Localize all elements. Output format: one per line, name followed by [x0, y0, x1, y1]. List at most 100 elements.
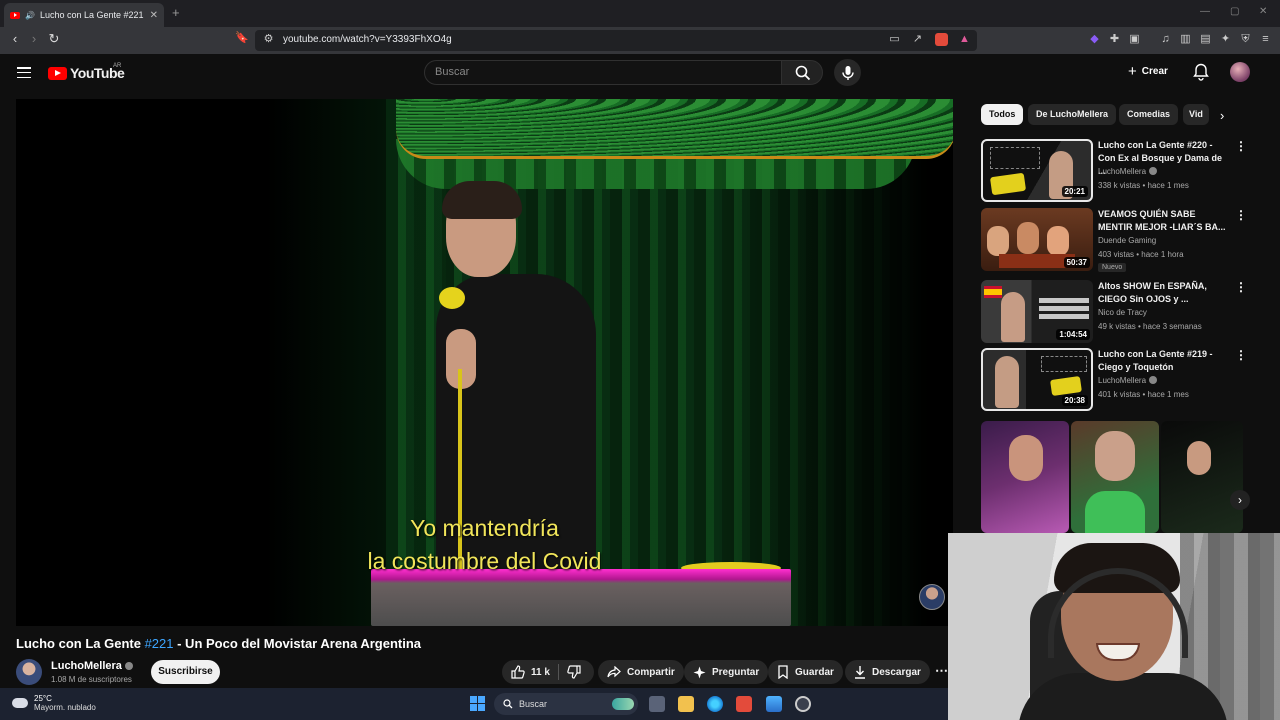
close-tab-icon[interactable]: ✕ — [150, 10, 158, 21]
leo-ai-icon[interactable]: ✦ — [1219, 33, 1232, 46]
chips-next-chevron-icon[interactable]: › — [1220, 108, 1224, 123]
url-text[interactable]: youtube.com/watch?v=Y3393FhXO4g — [283, 34, 452, 45]
video-thumbnail[interactable]: 50:37 — [981, 208, 1093, 271]
media-icon[interactable]: ♫ — [1159, 33, 1172, 46]
short-thumbnail[interactable] — [1071, 421, 1159, 533]
like-icon[interactable] — [511, 665, 525, 679]
task-view-icon[interactable] — [649, 696, 665, 712]
window-close-icon[interactable]: ✕ — [1259, 6, 1267, 17]
maximize-icon[interactable]: ▢ — [1230, 6, 1239, 17]
back-icon[interactable]: ‹ — [6, 31, 24, 46]
file-explorer-icon[interactable] — [678, 696, 694, 712]
more-options-icon[interactable]: ⋮ — [1235, 348, 1247, 362]
more-options-icon[interactable]: ⋮ — [1235, 208, 1247, 222]
download-button[interactable]: Descargar — [845, 660, 930, 684]
recommendation-meta: 49 k vistas • hace 3 semanas — [1098, 322, 1202, 331]
chip-de-luchomellera[interactable]: De LuchoMellera — [1028, 104, 1117, 125]
share-icon — [607, 666, 621, 678]
thumbnail-person — [995, 356, 1019, 408]
video-title-prefix: Lucho con La Gente — [16, 636, 145, 651]
create-button[interactable]: + Crear — [1128, 63, 1168, 80]
recommendation-title[interactable]: Lucho con La Gente #219 - Ciego y Toquet… — [1098, 348, 1230, 374]
browser-tab[interactable]: 🔊 Lucho con La Gente #221 - Un Poco del … — [4, 3, 164, 27]
screenshot-icon[interactable]: ▣ — [1128, 33, 1141, 46]
recommendation-channel[interactable]: LuchoMellera — [1098, 376, 1158, 385]
brave-shield-icon[interactable] — [935, 33, 948, 46]
voice-search-button[interactable] — [834, 59, 861, 86]
cast-icon[interactable]: ▭ — [888, 33, 901, 46]
like-count[interactable]: 11 k — [531, 667, 550, 678]
recommendation-title[interactable]: VEAMOS QUIÉN SABE MENTIR MEJOR -LIAR´S B… — [1098, 208, 1230, 234]
subscribe-button[interactable]: Suscribirse — [151, 660, 220, 684]
share-button[interactable]: Compartir — [598, 660, 684, 684]
channel-watermark-avatar[interactable] — [919, 584, 945, 610]
brave-rewards-icon[interactable]: ▲ — [958, 33, 971, 46]
recommendation-title[interactable]: Altos SHOW En ESPAÑA, CIEGO Sin OJOS y .… — [1098, 280, 1230, 306]
photos-icon[interactable] — [766, 696, 782, 712]
sidebar-icon[interactable]: ▥ — [1179, 33, 1192, 46]
video-title-hashtag[interactable]: #221 — [145, 636, 174, 651]
speaker-icon[interactable]: 🔊 — [25, 11, 35, 20]
brave-browser-icon[interactable] — [736, 696, 752, 712]
forward-icon[interactable]: › — [25, 31, 43, 46]
new-tab-button[interactable]: + — [172, 5, 180, 20]
more-options-icon[interactable]: ⋮ — [1235, 280, 1247, 294]
bookmark-icon[interactable]: 🔖 — [233, 31, 251, 44]
divider — [557, 664, 559, 680]
video-thumbnail[interactable]: 20:38 — [981, 348, 1093, 411]
youtube-logo[interactable]: YouTube AR — [48, 63, 125, 81]
dislike-icon[interactable] — [567, 665, 581, 679]
windows-start-icon[interactable] — [470, 696, 485, 711]
more-options-icon[interactable]: ⋮ — [1235, 139, 1247, 153]
recommendation-channel[interactable]: LuchoMellera — [1098, 167, 1158, 176]
recommendation-item[interactable]: 50:37 VEAMOS QUIÉN SABE MENTIR MEJOR -LI… — [981, 208, 1251, 272]
video-title-suffix: - Un Poco del Movistar Arena Argentina — [173, 636, 422, 651]
ask-button[interactable]: Preguntar — [684, 660, 769, 684]
short-thumbnail[interactable] — [1161, 421, 1243, 533]
save-button[interactable]: Guardar — [768, 660, 843, 684]
vpn-icon[interactable]: ⛨ — [1239, 33, 1252, 46]
settings-gear-icon[interactable] — [795, 696, 811, 712]
weather-widget[interactable]: 25°C Mayorm. nublado — [12, 694, 96, 712]
search-button[interactable] — [781, 60, 823, 85]
video-thumbnail[interactable]: 20:21 — [981, 139, 1093, 202]
recommendation-item[interactable]: 20:21 Lucho con La Gente #220 - Con Ex a… — [981, 139, 1251, 203]
recommendation-item[interactable]: 1:04:54 Altos SHOW En ESPAÑA, CIEGO Sin … — [981, 280, 1251, 344]
channel-name[interactable]: LuchoMellera — [51, 660, 133, 672]
reload-icon[interactable]: ↻ — [45, 31, 63, 47]
menu-icon[interactable]: ≡ — [1259, 33, 1272, 46]
verified-icon — [1149, 376, 1158, 384]
search-input[interactable]: Buscar — [424, 60, 782, 85]
recommendation-channel[interactable]: Duende Gaming — [1098, 236, 1156, 245]
channel-text[interactable]: LuchoMellera — [1098, 376, 1146, 385]
edge-browser-icon[interactable] — [707, 696, 723, 712]
create-label: Crear — [1141, 66, 1168, 77]
shorts-next-chevron-icon[interactable]: › — [1230, 490, 1250, 510]
extensions-puzzle-icon[interactable]: ✚ — [1108, 33, 1121, 46]
short-thumbnail[interactable] — [981, 421, 1069, 533]
new-badge: Nuevo — [1098, 263, 1127, 272]
account-avatar[interactable] — [1230, 62, 1250, 82]
recommendation-channel[interactable]: Nico de Tracy — [1098, 308, 1147, 317]
search-highlight-icon — [612, 698, 634, 710]
channel-text[interactable]: LuchoMellera — [1098, 167, 1146, 176]
thumbnail-person — [1001, 292, 1025, 342]
chip-videos[interactable]: Vid — [1183, 104, 1209, 125]
chip-todos[interactable]: Todos — [981, 104, 1024, 125]
chip-comedias[interactable]: Comedias — [1119, 104, 1179, 125]
notifications-button[interactable] — [1193, 63, 1209, 86]
more-actions-icon[interactable]: ⋯ — [935, 663, 948, 679]
channel-avatar[interactable] — [16, 659, 42, 685]
browser-tab-strip: 🔊 Lucho con La Gente #221 - Un Poco del … — [0, 0, 1280, 27]
hamburger-menu-icon[interactable] — [17, 67, 31, 79]
site-settings-icon[interactable]: ⚙ — [262, 33, 275, 46]
wallet-icon[interactable]: ▤ — [1199, 33, 1212, 46]
recommendation-item[interactable]: 20:38 Lucho con La Gente #219 - Ciego y … — [981, 348, 1251, 412]
share-page-icon[interactable]: ↗ — [911, 33, 924, 46]
video-thumbnail[interactable]: 1:04:54 — [981, 280, 1093, 343]
thumbnail-text-block — [990, 147, 1040, 169]
minimize-icon[interactable]: — — [1200, 6, 1210, 17]
channel-name-text[interactable]: LuchoMellera — [51, 660, 122, 672]
video-duration: 1:04:54 — [1056, 329, 1090, 340]
extension-icon[interactable]: ◆ — [1088, 33, 1101, 46]
